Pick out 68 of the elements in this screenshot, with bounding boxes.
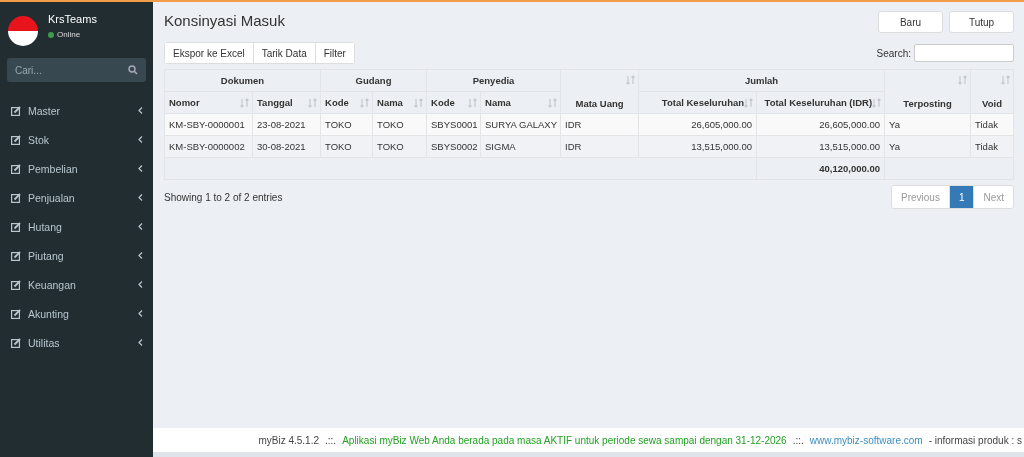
column-group-header: Dokumen — [164, 69, 321, 92]
sort-icon — [240, 98, 249, 108]
flag-avatar — [8, 16, 38, 46]
column-header[interactable]: Void — [970, 69, 1014, 114]
edit-icon — [11, 279, 21, 290]
edit-icon — [11, 192, 21, 203]
menu-item[interactable]: Pembelian — [0, 154, 153, 183]
table-cell: KM-SBY-0000001 — [164, 113, 253, 136]
edit-icon — [11, 134, 21, 145]
column-group-header: Penyedia — [426, 69, 561, 92]
edit-icon — [11, 163, 21, 174]
user-status: Online — [57, 30, 81, 39]
entries-info: Showing 1 to 2 of 2 entries — [164, 191, 283, 203]
edit-icon — [11, 308, 21, 319]
chevron-icon — [138, 194, 143, 201]
chevron-icon — [138, 223, 143, 230]
table-cell: KM-SBY-0000002 — [164, 135, 253, 158]
sort-icon — [1001, 75, 1011, 85]
pagination-button[interactable]: 1 — [948, 186, 974, 208]
search-label: Search: — [876, 47, 911, 59]
menu-item[interactable]: Akunting — [0, 299, 153, 328]
edit-icon — [11, 337, 21, 348]
sort-icon — [414, 98, 424, 108]
action-button[interactable]: Baru — [878, 11, 943, 33]
app-version: myBiz 4.5.1.2 — [258, 434, 320, 446]
search-field[interactable]: Cari... — [7, 58, 146, 82]
column-header[interactable]: Nomor — [164, 91, 253, 114]
page-title: Konsinyasi Masuk — [164, 12, 285, 29]
chevron-icon — [138, 310, 143, 317]
action-button[interactable]: Tutup — [949, 11, 1014, 33]
table-search-field[interactable] — [914, 44, 1014, 62]
edit-icon — [11, 250, 21, 261]
sort-icon — [360, 98, 369, 108]
menu-item[interactable]: Hutang — [0, 212, 153, 241]
chevron-icon — [138, 107, 143, 114]
chevron-icon — [138, 252, 143, 259]
menu-item[interactable]: Master — [0, 96, 153, 125]
column-group-header: Gudang — [320, 69, 427, 92]
separator-text: .::. — [325, 434, 337, 446]
menu-item[interactable]: Keuangan — [0, 270, 153, 299]
user-name: KrsTeams — [48, 13, 97, 25]
column-header[interactable]: Terposting — [884, 69, 971, 114]
website-link[interactable]: www.mybiz-software.com — [809, 434, 923, 446]
edit-icon — [11, 105, 21, 116]
chevron-icon — [138, 339, 143, 346]
product-info-text: - informasi produk : s — [928, 434, 1022, 446]
sort-icon — [626, 75, 636, 85]
sort-icon — [468, 98, 478, 108]
edit-icon — [11, 221, 21, 232]
chevron-icon — [138, 281, 143, 288]
chevron-icon — [138, 165, 143, 172]
license-message: Aplikasi myBiz Web Anda berada pada masa AKTIF untuk periode sewa sampai dengan 31-12-2026 — [342, 434, 787, 446]
sort-icon — [548, 98, 558, 108]
menu-item[interactable]: Penjualan — [0, 183, 153, 212]
menu-item[interactable]: Stok — [0, 125, 153, 154]
separator-text: .::. — [792, 434, 804, 446]
sort-icon — [744, 98, 754, 108]
sort-icon — [872, 98, 882, 108]
menu-item[interactable]: Utilitas — [0, 328, 153, 357]
status-icon — [48, 31, 54, 38]
toolbar-button[interactable]: Filter — [314, 43, 354, 63]
chevron-icon — [138, 136, 143, 143]
sort-icon — [308, 98, 317, 108]
search-icon — [128, 65, 138, 75]
sort-icon — [958, 75, 968, 85]
column-group-header: Jumlah — [638, 69, 885, 92]
column-header[interactable]: Mata Uang — [560, 69, 639, 114]
menu-item[interactable]: Piutang — [0, 241, 153, 270]
